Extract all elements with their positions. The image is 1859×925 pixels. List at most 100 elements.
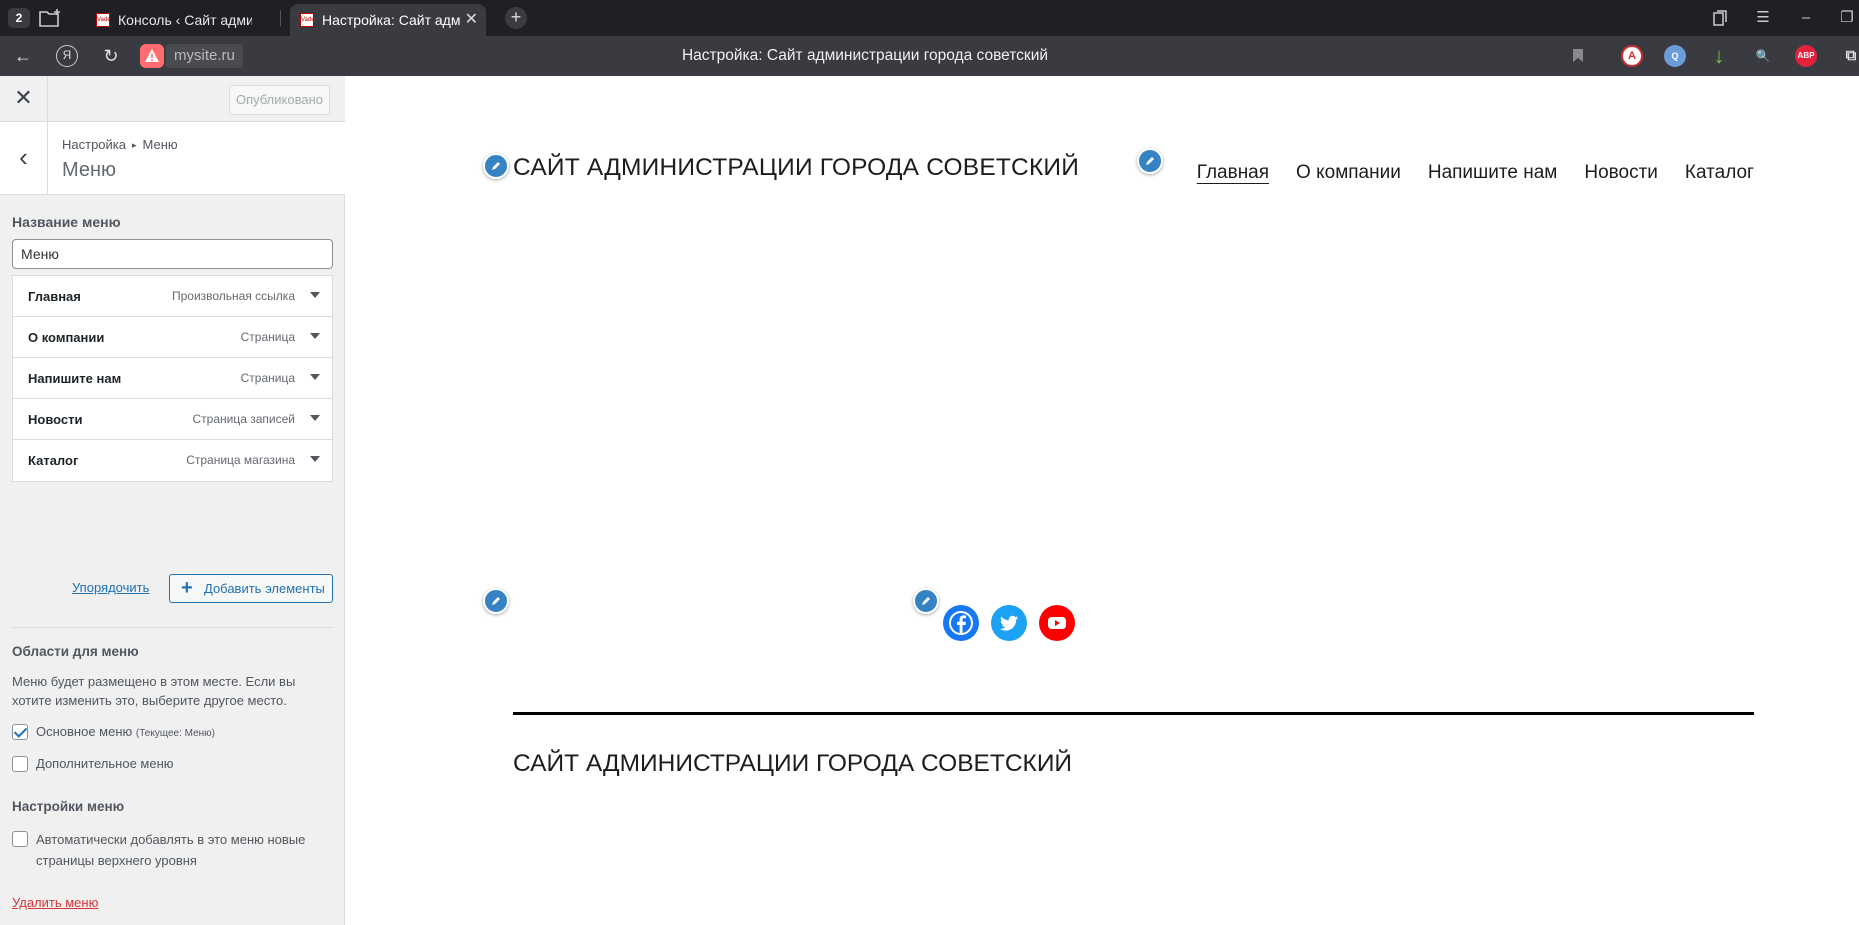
site-favicon: Vader (96, 13, 110, 27)
antivirus-extension-icon[interactable]: A (1621, 45, 1643, 67)
menu-item[interactable]: Напишите нам Страница (13, 358, 332, 399)
panel-title: Меню (62, 159, 117, 181)
youtube-icon[interactable] (1039, 605, 1075, 641)
add-items-label: Добавить элементы (204, 581, 325, 596)
menu-item[interactable]: Главная Произвольная ссылка (13, 276, 332, 317)
menu-item-type: Страница (240, 330, 295, 344)
download-extension-icon[interactable]: ↓ (1708, 45, 1730, 67)
auto-add-label: Автоматически добавлять в это меню новые… (36, 832, 306, 868)
edit-shortcut-site-title[interactable] (483, 153, 509, 179)
location-secondary-checkbox[interactable] (12, 756, 28, 772)
pencil-icon (922, 597, 930, 605)
tab-count: 2 (15, 11, 23, 25)
edit-shortcut-nav-menu[interactable] (1137, 148, 1163, 174)
expand-arrow-icon[interactable] (310, 374, 320, 380)
location-secondary-label: Дополнительное меню (36, 756, 174, 771)
search-extension-icon[interactable]: Q (1664, 45, 1686, 67)
location-primary-checkbox[interactable] (12, 724, 28, 740)
bookmarks-list-icon[interactable] (1705, 0, 1735, 36)
expand-arrow-icon[interactable] (310, 415, 320, 421)
reload-icon[interactable]: ↻ (98, 44, 124, 68)
new-tab-button[interactable]: + (505, 7, 527, 29)
menu-item-type: Страница записей (192, 412, 295, 426)
close-customizer-icon[interactable]: ✕ (0, 76, 48, 122)
nav-link-home[interactable]: Главная (1197, 162, 1269, 184)
restore-icon[interactable]: ❐ (1832, 0, 1859, 36)
expand-arrow-icon[interactable] (310, 333, 320, 339)
menu-item[interactable]: О компании Страница (13, 317, 332, 358)
menu-items-list: Главная Произвольная ссылка О компании С… (12, 275, 333, 482)
breadcrumb: Настройка ▸ Меню (62, 137, 178, 152)
auto-add-checkbox[interactable] (12, 831, 28, 847)
menu-item-type: Произвольная ссылка (171, 289, 295, 303)
footer-divider (513, 712, 1754, 715)
breadcrumb-root: Настройка (62, 137, 126, 152)
tab-customizer[interactable]: Vader Настройка: Сайт админи ✕ (290, 4, 486, 36)
site-favicon: Vader (300, 13, 314, 27)
url-field[interactable]: mysite.ru (166, 44, 243, 68)
browser-tab-bar: 2 Vader Консоль ‹ Сайт администр Vader Н… (0, 0, 1859, 36)
menu-item-title: Напишите нам (28, 371, 122, 386)
menu-icon[interactable]: ☰ (1748, 0, 1778, 36)
nav-link-about[interactable]: О компании (1296, 162, 1401, 184)
menu-item-title: Главная (28, 289, 81, 304)
extensions-icon[interactable]: ⧉ (1840, 45, 1859, 67)
edit-shortcut-social-menu[interactable] (913, 588, 939, 614)
menu-settings-heading: Настройки меню (12, 799, 125, 814)
delete-menu-link[interactable]: Удалить меню (12, 895, 98, 910)
publish-button[interactable]: Опубликовано (229, 85, 330, 115)
nav-link-catalog[interactable]: Каталог (1685, 162, 1754, 184)
reorder-link[interactable]: Упорядочить (72, 580, 149, 595)
location-current-note: (Текущее: Меню) (135, 728, 215, 739)
breadcrumb-separator-icon: ▸ (132, 140, 137, 150)
menu-item[interactable]: Каталог Страница магазина (13, 440, 332, 481)
plus-icon: + (181, 577, 193, 599)
section-divider (12, 627, 333, 628)
pencil-icon (492, 162, 500, 170)
minimize-icon[interactable]: – (1791, 0, 1821, 36)
location-primary-label: Основное меню (36, 724, 133, 739)
adblock-extension-icon[interactable]: ABP (1795, 45, 1817, 67)
locations-heading: Области для меню (12, 644, 139, 659)
panel-header: ‹ Настройка ▸ Меню Меню (0, 122, 345, 195)
back-icon[interactable]: ← (10, 44, 36, 68)
locations-description: Меню будет размещено в этом месте. Если … (12, 674, 296, 708)
customizer-header: ✕ Опубликовано (0, 76, 345, 122)
menu-name-input[interactable] (12, 239, 333, 269)
expand-arrow-icon[interactable] (310, 292, 320, 298)
site-preview: САЙТ АДМИНИСТРАЦИИ ГОРОДА СОВЕТСКИЙ Глав… (346, 76, 1859, 925)
bookmark-icon[interactable] (1565, 44, 1591, 68)
twitter-icon[interactable] (991, 605, 1027, 641)
pencil-icon (492, 597, 500, 605)
menu-item-title: О компании (28, 330, 105, 345)
site-title[interactable]: САЙТ АДМИНИСТРАЦИИ ГОРОДА СОВЕТСКИЙ (513, 154, 1079, 182)
menu-item-type: Страница магазина (186, 453, 295, 467)
tab-divider (280, 10, 281, 26)
nav-link-news[interactable]: Новости (1584, 162, 1658, 184)
tab-count-button[interactable]: 2 (8, 8, 30, 28)
primary-nav: Главная О компании Напишите нам Новости … (1197, 162, 1754, 184)
tab-console[interactable]: Vader Консоль ‹ Сайт администр (86, 4, 278, 36)
edit-shortcut-footer-widget[interactable] (483, 588, 509, 614)
search-small-icon[interactable]: 🔍 (1752, 45, 1774, 67)
menu-item-type: Страница (240, 371, 295, 385)
pencil-icon (1146, 157, 1154, 165)
menu-item-title: Каталог (28, 453, 79, 468)
menu-name-label: Название меню (12, 214, 121, 230)
back-arrow-icon[interactable]: ‹ (0, 122, 48, 195)
menu-item[interactable]: Новости Страница записей (13, 399, 332, 440)
yandex-icon[interactable]: Я (56, 45, 78, 67)
footer-site-title[interactable]: САЙТ АДМИНИСТРАЦИИ ГОРОДА СОВЕТСКИЙ (513, 750, 1072, 778)
tab-title: Настройка: Сайт админи (322, 12, 460, 28)
add-items-button[interactable]: + Добавить элементы (169, 574, 333, 603)
tab-title: Консоль ‹ Сайт администр (118, 12, 252, 28)
facebook-icon[interactable] (943, 605, 979, 641)
new-tab-group-icon[interactable] (38, 8, 62, 28)
expand-arrow-icon[interactable] (310, 456, 320, 462)
security-warning-icon[interactable] (140, 44, 164, 68)
address-bar: ← Я ↻ mysite.ru Настройка: Сайт админист… (0, 36, 1859, 76)
nav-link-contact[interactable]: Напишите нам (1428, 162, 1558, 184)
page-title-display: Настройка: Сайт администрации города сов… (681, 47, 1049, 64)
breadcrumb-current: Меню (142, 137, 178, 152)
tab-close-icon[interactable]: ✕ (465, 4, 478, 36)
